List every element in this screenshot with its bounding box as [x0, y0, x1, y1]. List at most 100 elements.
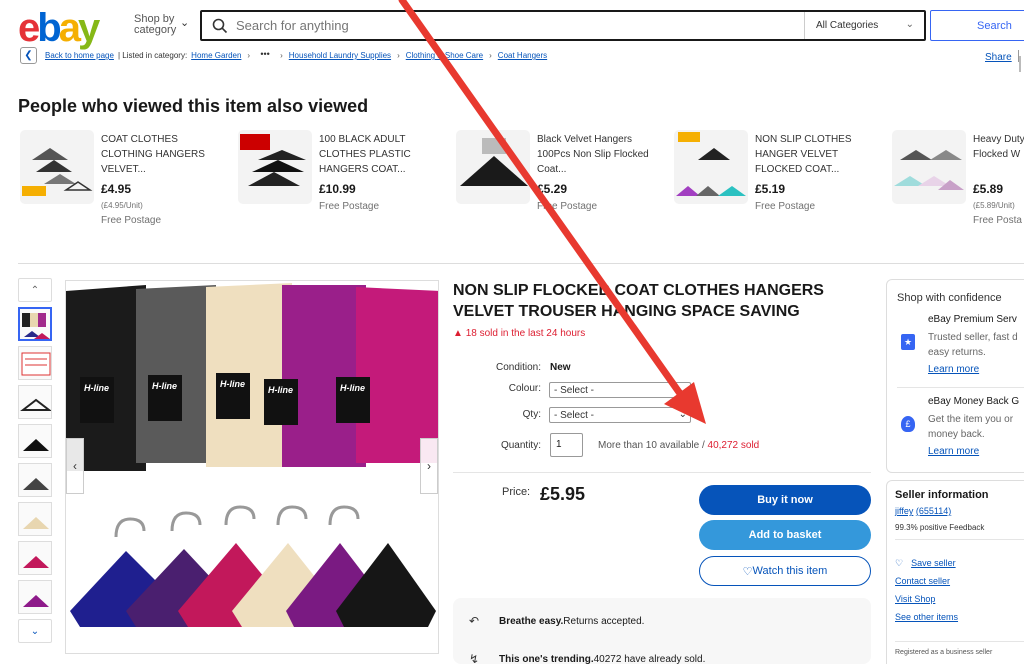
sold-last-24h: ▲ 18 sold in the last 24 hours — [453, 328, 586, 339]
price-value: £5.95 — [540, 484, 586, 504]
svg-text:H-line: H-line — [268, 385, 293, 395]
qty-select[interactable]: - Select - ⌄ — [549, 407, 691, 423]
scrollbar[interactable] — [1019, 56, 1021, 72]
colour-select[interactable]: - Select - ⌄ — [549, 382, 691, 398]
shop-with-confidence-panel: Shop with confidence ★ eBay Premium Serv… — [886, 279, 1024, 473]
divider — [895, 641, 1024, 642]
see-other-items-link[interactable]: See other items — [895, 612, 958, 622]
back-home-link[interactable]: Back to home page — [45, 51, 114, 60]
learn-more-link[interactable]: Learn more — [928, 364, 979, 375]
thumbnail-7[interactable] — [18, 541, 52, 575]
thumbnail-4[interactable] — [18, 424, 52, 458]
breadcrumb-home-garden[interactable]: Home Garden — [191, 51, 241, 60]
item-price: £5.19 — [755, 182, 786, 196]
breadcrumb-household[interactable]: Household Laundry Supplies — [289, 51, 391, 60]
viewed-item-card[interactable]: NON SLIP CLOTHES HANGER VELVET FLOCKED C… — [674, 130, 879, 240]
back-arrow-icon[interactable]: ❮ — [20, 47, 37, 64]
prev-image-button[interactable]: ‹ — [66, 438, 84, 494]
thumbnail-3[interactable] — [18, 385, 52, 419]
next-image-button[interactable]: › — [420, 438, 438, 494]
item-shipping: Free Postage — [537, 201, 598, 212]
confidence-title: Shop with confidence — [897, 292, 1002, 304]
thumbnail-2[interactable] — [18, 346, 52, 380]
search-input[interactable]: Search for anything — [236, 18, 796, 33]
fire-icon: ▲ — [453, 328, 463, 339]
chevron-down-icon: ⌄ — [678, 409, 687, 420]
viewed-item-card[interactable]: COAT CLOTHES CLOTHING HANGERS VELVET... … — [20, 130, 225, 240]
item-unit-price: (£5.89/Unit) — [973, 201, 1015, 210]
shield-pound-icon: £ — [901, 416, 915, 432]
buy-it-now-button[interactable]: Buy it now — [699, 485, 871, 515]
search-bar: Search for anything All Categories ⌄ — [200, 10, 926, 41]
contact-seller-link[interactable]: Contact seller — [895, 576, 950, 586]
item-shipping: Free Postage — [101, 215, 162, 226]
returns-panel: ↶ Breathe easy. Returns accepted. ↯ This o… — [453, 598, 871, 664]
add-to-basket-button[interactable]: Add to basket — [699, 520, 871, 550]
breadcrumb-coat-hangers[interactable]: Coat Hangers — [498, 51, 547, 60]
business-seller-note: Registered as a business seller — [895, 649, 993, 656]
share-link[interactable]: Share — [985, 52, 1012, 63]
breadcrumb-clothing-care[interactable]: Clothing & Shoe Care — [406, 51, 483, 60]
item-shipping: Free Postage — [755, 201, 816, 212]
thumbnail-6[interactable] — [18, 502, 52, 536]
thumbnail-5[interactable] — [18, 463, 52, 497]
product-thumbnail — [20, 130, 94, 204]
seller-info-panel: Seller information jiffey (655114) 99.3%… — [886, 480, 1024, 664]
divider — [453, 472, 871, 473]
chevron-right-icon: › — [397, 51, 400, 60]
thumbnail-8[interactable] — [18, 580, 52, 614]
item-shipping: Free Posta — [973, 215, 1022, 226]
svg-text:H-line: H-line — [84, 383, 109, 393]
save-seller-link[interactable]: ♡ Save seller — [895, 558, 956, 569]
svg-text:H-line: H-line — [340, 383, 365, 393]
breadcrumb: ❮ Back to home page | Listed in category… — [20, 47, 547, 64]
search-icon — [212, 18, 228, 33]
ebay-logo[interactable]: ebay — [18, 6, 100, 51]
chevron-down-icon[interactable]: ⌄ — [18, 619, 52, 643]
star-badge-icon: ★ — [901, 334, 915, 350]
condition-value: New — [550, 362, 571, 373]
product-thumbnail — [674, 130, 748, 204]
item-price: £10.99 — [319, 182, 356, 196]
availability-text: More than 10 available / 40,272 sold — [598, 440, 760, 451]
colour-label: Colour: — [508, 383, 541, 394]
svg-text:H-line: H-line — [152, 381, 177, 391]
trending-icon: ↯ — [469, 652, 480, 664]
item-title: Heavy Duty Hangers N Flocked W — [973, 134, 1024, 160]
item-title: 100 BLACK ADULT CLOTHES PLASTIC HANGERS … — [319, 134, 411, 175]
listed-in-label: | Listed in category: — [117, 51, 188, 60]
category-select[interactable]: All Categories ⌄ — [804, 12, 924, 39]
chevron-up-icon[interactable]: ⌃ — [18, 278, 52, 302]
quantity-input[interactable]: 1 — [550, 433, 583, 457]
divider — [897, 387, 1024, 388]
thumbnail-1[interactable] — [18, 307, 52, 341]
chevron-down-icon: ⌄ — [180, 17, 190, 29]
product-thumbnail — [238, 130, 312, 204]
shop-by-category-button[interactable]: Shop by category ⌄ — [134, 14, 189, 36]
seller-info-title: Seller information — [895, 489, 989, 501]
main-product-image[interactable]: H-line H-line H-line H-line H-line — [65, 280, 439, 654]
item-title: NON SLIP FLOCKED COAT CLOTHES HANGERS VE… — [453, 282, 824, 320]
viewed-item-card[interactable]: 100 BLACK ADULT CLOTHES PLASTIC HANGERS … — [238, 130, 443, 240]
viewed-section-title: People who viewed this item also viewed — [18, 96, 369, 116]
item-title: Black Velvet Hangers 100Pcs Non Slip Flo… — [537, 134, 649, 175]
heart-icon: ♡ — [742, 565, 753, 578]
item-unit-price: (£4.95/Unit) — [101, 201, 143, 210]
price-label: Price: — [502, 486, 531, 498]
viewed-item-card[interactable]: Heavy Duty Hangers N Flocked W £5.89 (£5… — [892, 130, 1024, 240]
product-thumbnail — [892, 130, 966, 204]
product-thumbnail — [456, 130, 530, 204]
search-button[interactable]: Search — [930, 10, 1024, 41]
viewed-item-card[interactable]: Black Velvet Hangers 100Pcs Non Slip Flo… — [456, 130, 661, 240]
chevron-right-icon: › — [280, 51, 283, 60]
learn-more-link[interactable]: Learn more — [928, 446, 979, 457]
visit-shop-link[interactable]: Visit Shop — [895, 594, 935, 604]
heart-icon: ♡ — [895, 558, 904, 568]
condition-label: Condition: — [495, 362, 541, 373]
item-price: £5.29 — [537, 182, 568, 196]
breadcrumb-more-button[interactable]: ••• — [256, 49, 274, 62]
item-shipping: Free Postage — [319, 201, 380, 212]
item-title: NON SLIP CLOTHES HANGER VELVET FLOCKED C… — [755, 134, 852, 175]
section-divider — [18, 263, 1024, 264]
watch-item-button[interactable]: ♡ Watch this item — [699, 556, 871, 586]
